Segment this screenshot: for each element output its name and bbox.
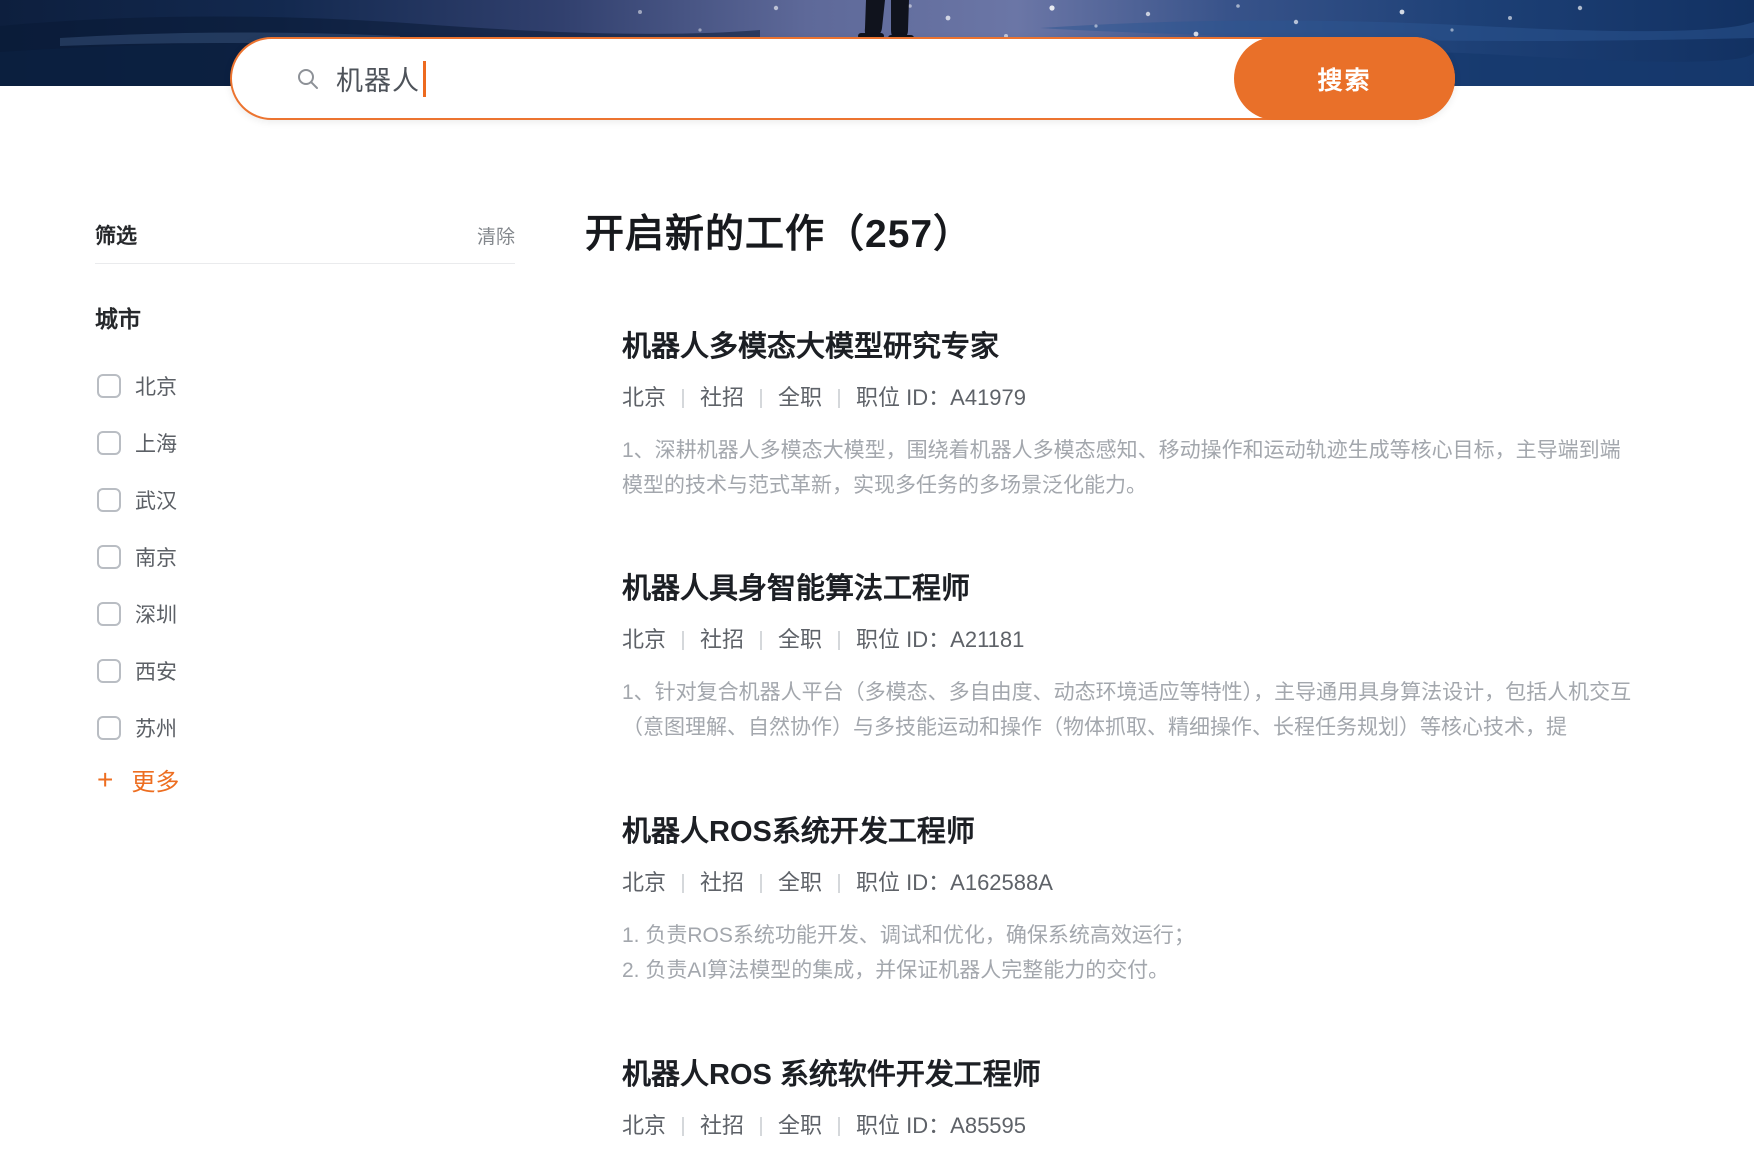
meta-separator [682, 874, 684, 893]
job-id: 职位 ID：A85595 [856, 1112, 1026, 1140]
job-description: 1、针对复合机器人平台（多模态、多自由度、动态环境适应等特性），主导通用具身算法… [622, 675, 1640, 745]
job-location: 北京 [622, 1112, 666, 1140]
job-meta: 北京 社招 全职 职位 ID：A162588A [622, 869, 1640, 897]
job-employment-type: 全职 [778, 1112, 822, 1140]
checkbox-icon[interactable] [97, 374, 121, 398]
city-label: 苏州 [135, 713, 177, 743]
clear-filters-button[interactable]: 清除 [477, 222, 515, 249]
city-filter-option[interactable]: 北京 [95, 357, 515, 414]
meta-separator [760, 631, 762, 650]
meta-separator [838, 631, 840, 650]
search-bar: 机器人 搜索 [230, 37, 1455, 120]
job-meta: 北京 社招 全职 职位 ID：A41979 [622, 384, 1640, 412]
job-hire-type: 社招 [700, 626, 744, 654]
search-button[interactable]: 搜索 [1234, 37, 1455, 120]
meta-separator [838, 874, 840, 893]
job-id: 职位 ID：A162588A [856, 869, 1053, 897]
meta-separator [760, 1117, 762, 1136]
job-id: 职位 ID：A41979 [856, 384, 1026, 412]
city-label: 南京 [135, 542, 177, 572]
job-title-link[interactable]: 机器人具身智能算法工程师 [622, 570, 1640, 608]
city-filter-option[interactable]: 南京 [95, 528, 515, 585]
more-label: 更多 [131, 762, 179, 797]
search-icon [296, 67, 320, 91]
city-filter-list: 北京 上海 武汉 南京 深圳 西安 [95, 357, 515, 756]
checkbox-icon[interactable] [97, 602, 121, 626]
meta-separator [682, 1117, 684, 1136]
checkbox-icon[interactable] [97, 545, 121, 569]
results-heading: 开启新的工作（257） [585, 203, 973, 259]
meta-separator [682, 631, 684, 650]
search-query-text: 机器人 [336, 59, 420, 98]
job-hire-type: 社招 [700, 1112, 744, 1140]
job-description: 1. 负责ROS系统功能开发、调试和优化，确保系统高效运行； 2. 负责AI算法… [622, 918, 1640, 988]
job-employment-type: 全职 [778, 626, 822, 654]
job-card: 机器人多模态大模型研究专家 北京 社招 全职 职位 ID：A41979 1、深耕… [622, 328, 1640, 503]
job-id: 职位 ID：A21181 [856, 626, 1024, 654]
job-title-link[interactable]: 机器人ROS系统开发工程师 [622, 813, 1640, 851]
city-label: 武汉 [135, 485, 177, 515]
job-employment-type: 全职 [778, 384, 822, 412]
more-cities-button[interactable]: + 更多 [95, 762, 179, 797]
city-filter-option[interactable]: 苏州 [95, 699, 515, 756]
job-card: 机器人具身智能算法工程师 北京 社招 全职 职位 ID：A21181 1、针对复… [622, 570, 1640, 745]
city-filter-option[interactable]: 西安 [95, 642, 515, 699]
divider [95, 263, 515, 264]
job-hire-type: 社招 [700, 869, 744, 897]
job-title-link[interactable]: 机器人多模态大模型研究专家 [622, 328, 1640, 366]
job-hire-type: 社招 [700, 384, 744, 412]
job-description: 1、深耕机器人多模态大模型，围绕着机器人多模态感知、移动操作和运动轨迹生成等核心… [622, 433, 1640, 503]
job-card: 机器人ROS系统开发工程师 北京 社招 全职 职位 ID：A162588A 1.… [622, 813, 1640, 988]
checkbox-icon[interactable] [97, 659, 121, 683]
job-card: 机器人ROS 系统软件开发工程师 北京 社招 全职 职位 ID：A85595 [622, 1056, 1640, 1140]
careers-search-page: 机器人 搜索 筛选 清除 城市 北京 上海 武汉 [0, 0, 1754, 1159]
meta-separator [760, 389, 762, 408]
meta-separator [838, 1117, 840, 1136]
city-label: 西安 [135, 656, 177, 686]
filter-title: 筛选 [95, 220, 137, 250]
city-label: 上海 [135, 428, 177, 458]
meta-separator [760, 874, 762, 893]
job-location: 北京 [622, 384, 666, 412]
checkbox-icon[interactable] [97, 431, 121, 455]
city-label: 深圳 [135, 599, 177, 629]
city-section-title: 城市 [95, 300, 141, 334]
meta-separator [682, 389, 684, 408]
city-filter-option[interactable]: 武汉 [95, 471, 515, 528]
job-title-link[interactable]: 机器人ROS 系统软件开发工程师 [622, 1056, 1640, 1094]
text-cursor [423, 61, 426, 97]
job-location: 北京 [622, 626, 666, 654]
job-employment-type: 全职 [778, 869, 822, 897]
city-filter-option[interactable]: 深圳 [95, 585, 515, 642]
job-location: 北京 [622, 869, 666, 897]
plus-icon: + [97, 766, 113, 794]
city-filter-option[interactable]: 上海 [95, 414, 515, 471]
checkbox-icon[interactable] [97, 488, 121, 512]
job-meta: 北京 社招 全职 职位 ID：A21181 [622, 626, 1640, 654]
city-label: 北京 [135, 371, 177, 401]
meta-separator [838, 389, 840, 408]
checkbox-icon[interactable] [97, 716, 121, 740]
job-meta: 北京 社招 全职 职位 ID：A85595 [622, 1112, 1640, 1140]
